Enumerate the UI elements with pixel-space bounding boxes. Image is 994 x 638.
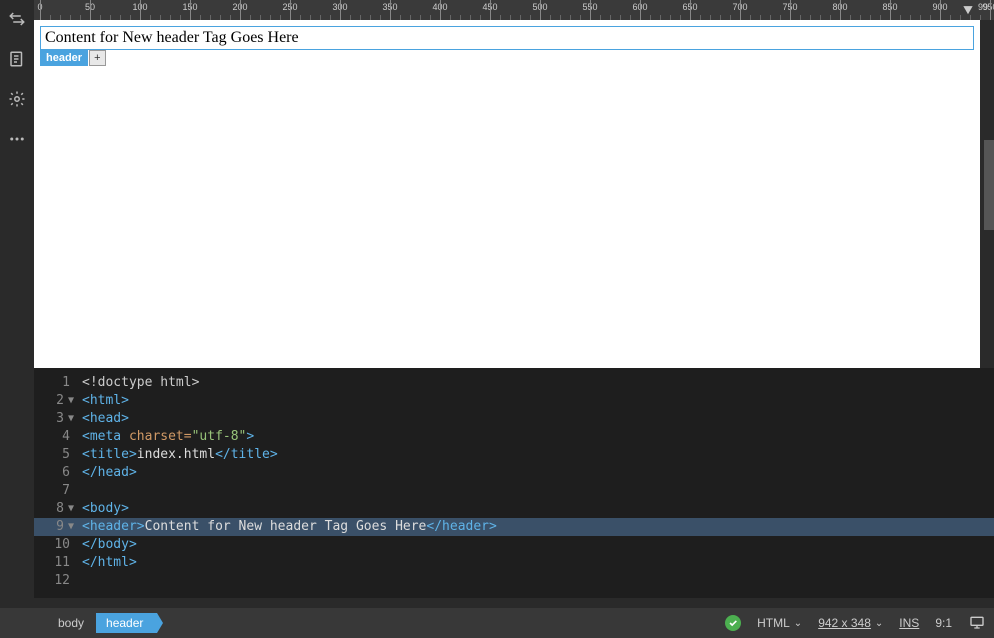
code-token: <head> [82,411,129,426]
code-editor[interactable]: 12▼3▼45678▼9▼101112 <!doctype html> <html… [34,368,994,598]
element-tag-badge: header+ [40,48,106,66]
preview-area[interactable]: Content for New header Tag Goes Here [34,20,980,368]
chevron-down-icon: ⌄ [875,618,883,629]
code-token: </header> [426,519,496,534]
code-line[interactable]: <header>Content for New header Tag Goes … [82,518,994,536]
tag-name-label: header [40,50,88,66]
code-token: </head> [82,465,137,480]
line-number: 11 [34,554,74,572]
line-gutter: 12▼3▼45678▼9▼101112 [34,368,82,598]
code-line[interactable] [82,572,994,590]
add-element-button[interactable]: + [89,50,105,66]
line-number: 5 [34,446,74,464]
status-bar: bodyheader HTML ⌄ 942 x 348 ⌄ INS 9:1 [0,608,994,638]
code-line[interactable]: <body> [82,500,994,518]
cursor-position: 9:1 [935,616,952,630]
code-content[interactable]: <!doctype html> <html> <head> <meta charset… [82,368,994,598]
left-toolbar [0,0,34,638]
language-label: HTML [757,616,790,630]
language-selector[interactable]: HTML ⌄ [757,616,802,630]
code-line[interactable]: </body> [82,536,994,554]
fold-icon[interactable]: ▼ [68,518,74,536]
code-line[interactable]: <!doctype html> [82,374,994,392]
code-line[interactable]: <head> [82,410,994,428]
code-line[interactable]: </html> [82,554,994,572]
ruler-end-label: 99 [978,2,988,12]
code-line[interactable]: <meta charset="utf-8"> [82,428,994,446]
code-line[interactable]: </head> [82,464,994,482]
code-token: index.html [137,447,215,462]
code-token: Content for New header Tag Goes Here [145,519,427,534]
breadcrumb-header[interactable]: header [96,613,157,633]
fold-icon[interactable]: ▼ [68,392,74,410]
code-token: <meta [82,429,129,444]
line-number: 4 [34,428,74,446]
ruler: 0501001502002503003504004505005506006507… [34,0,994,20]
scrollbar-thumb[interactable] [984,140,994,230]
code-token: <body> [82,501,129,516]
line-number: 3▼ [34,410,74,428]
line-number: 6 [34,464,74,482]
document-list-icon[interactable] [6,48,28,70]
code-token: <title> [82,447,137,462]
code-token: charset= [129,429,192,444]
line-number: 12 [34,572,74,590]
swap-icon[interactable] [6,8,28,30]
fold-icon[interactable]: ▼ [68,500,74,518]
line-number: 8▼ [34,500,74,518]
preview-device-icon[interactable] [968,614,986,633]
line-number: 1 [34,374,74,392]
code-token: > [246,429,254,444]
header-element[interactable]: Content for New header Tag Goes Here [40,26,974,50]
line-number: 10 [34,536,74,554]
chevron-down-icon: ⌄ [794,618,802,629]
code-token: <html> [82,393,129,408]
gear-icon[interactable] [6,88,28,110]
code-line[interactable]: <title>index.html</title> [82,446,994,464]
code-token: </body> [82,537,137,552]
code-token: "utf-8" [192,429,247,444]
line-number: 9▼ [34,518,82,536]
code-token: <!doctype html> [82,375,199,390]
code-token: </title> [215,447,278,462]
line-number: 7 [34,482,74,500]
code-line[interactable] [82,482,994,500]
code-token: <header> [82,519,145,534]
insert-mode-toggle[interactable]: INS [899,616,919,630]
breadcrumb: bodyheader [8,613,715,633]
code-line[interactable]: <html> [82,392,994,410]
more-icon[interactable] [6,128,28,150]
fold-icon[interactable]: ▼ [68,410,74,428]
status-ok-icon[interactable] [725,615,741,631]
line-number: 2▼ [34,392,74,410]
ruler-end-marker: 99 [961,2,988,18]
breadcrumb-body[interactable]: body [48,613,94,633]
code-token: </html> [82,555,137,570]
dimensions-selector[interactable]: 942 x 348 ⌄ [818,616,883,630]
dimensions-label: 942 x 348 [818,616,871,630]
